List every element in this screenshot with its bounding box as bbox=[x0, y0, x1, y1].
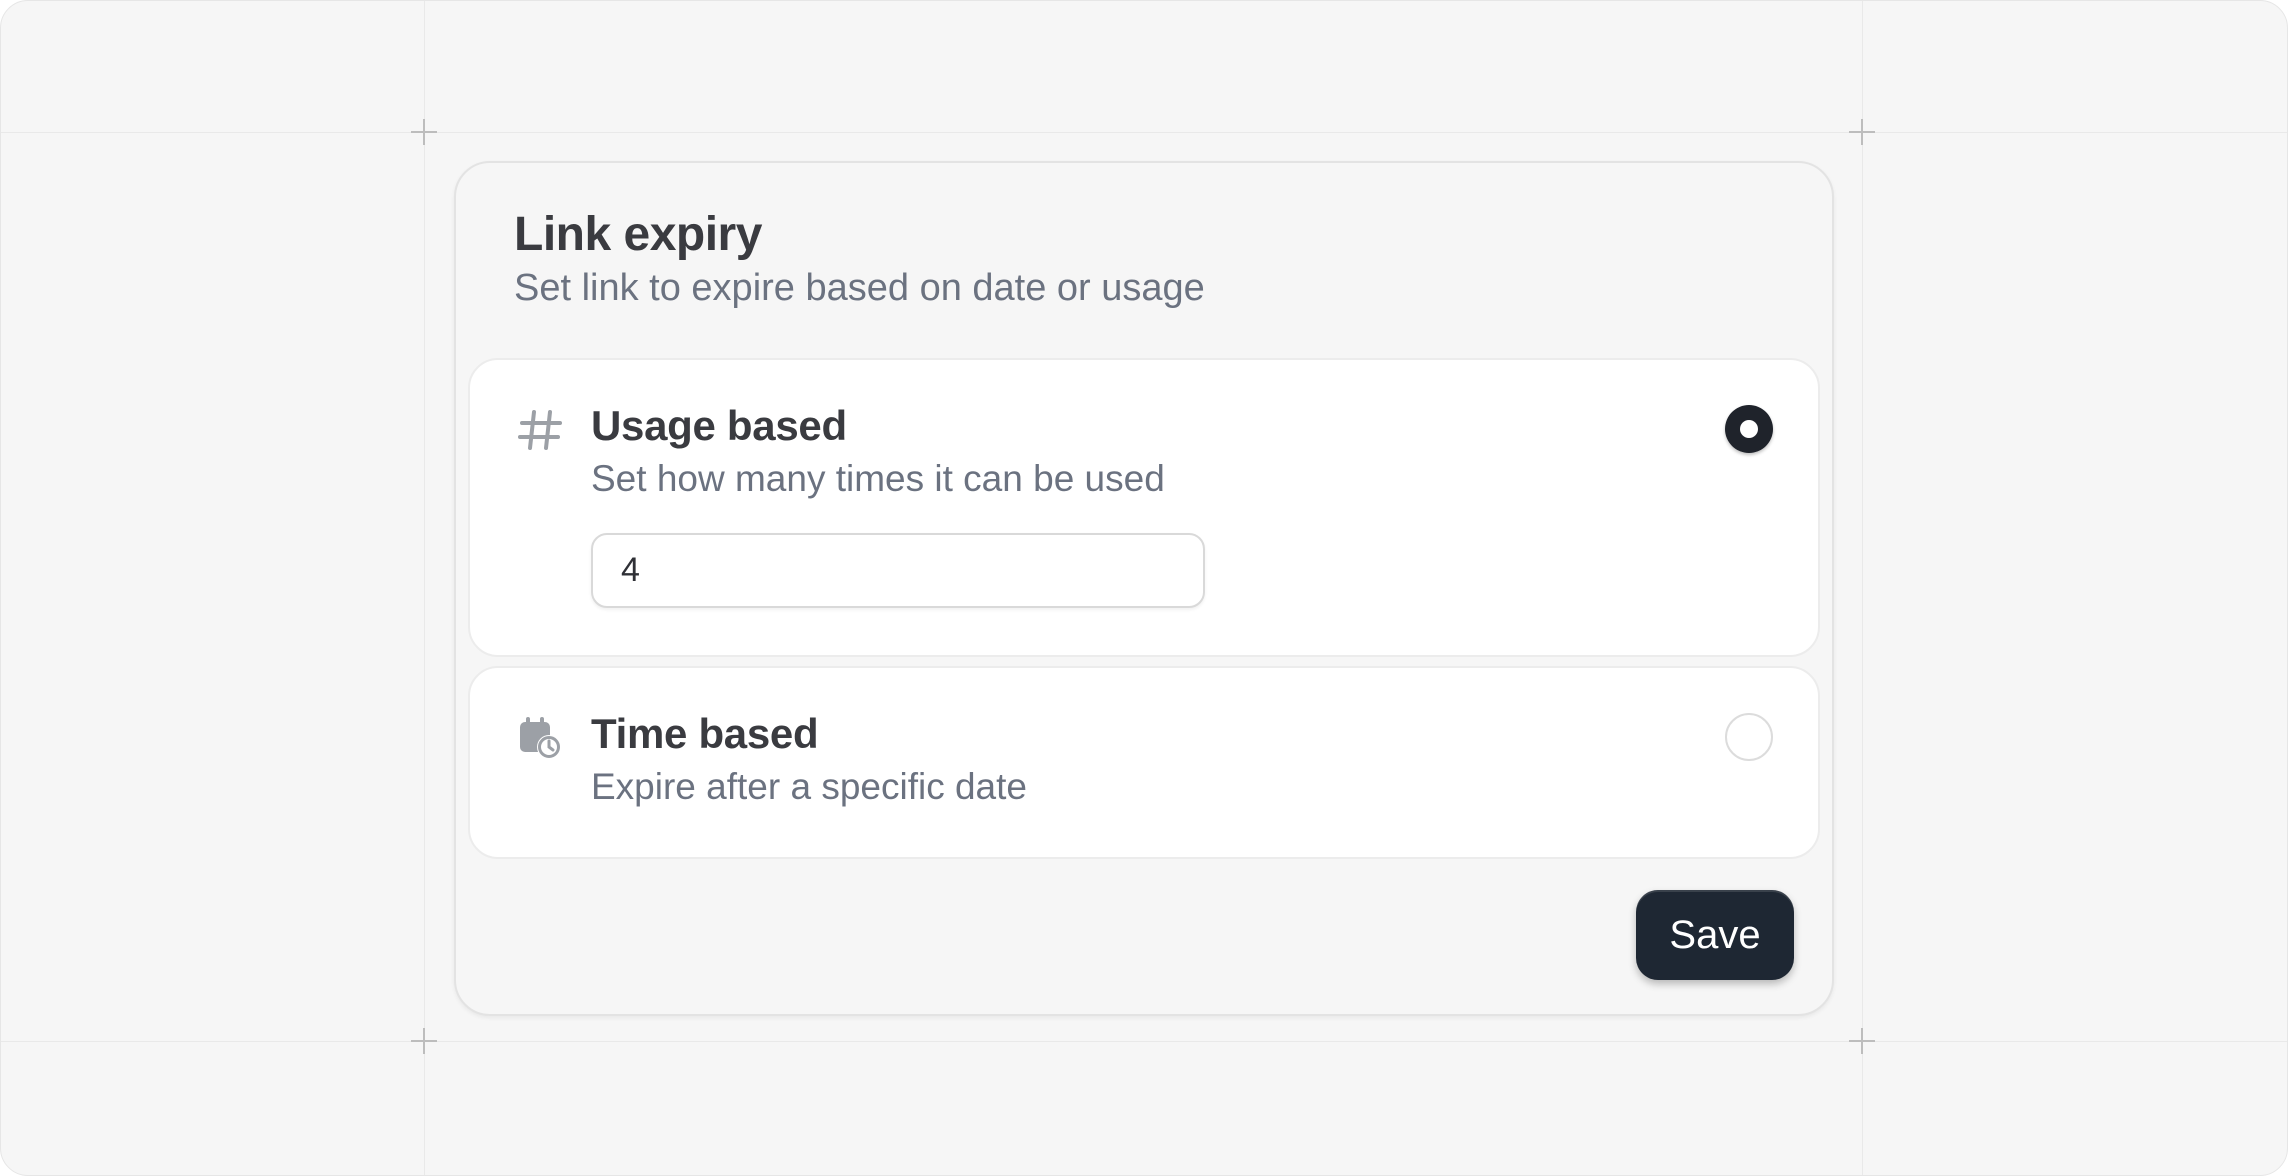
crosshair-icon bbox=[411, 1028, 437, 1054]
guide-line bbox=[1, 1041, 2287, 1042]
save-button[interactable]: Save bbox=[1636, 890, 1794, 980]
option-title: Time based bbox=[591, 710, 819, 757]
panel-subtitle: Set link to expire based on date or usag… bbox=[514, 267, 1205, 309]
crosshair-icon bbox=[1849, 1028, 1875, 1054]
option-description: Expire after a specific date bbox=[591, 766, 1027, 807]
guide-line bbox=[1862, 1, 1863, 1175]
option-time-based[interactable]: Time based Expire after a specific date bbox=[468, 666, 1820, 859]
radio-time-based[interactable] bbox=[1725, 713, 1773, 761]
link-expiry-panel: Link expiry Set link to expire based on … bbox=[454, 161, 1834, 1016]
crosshair-icon bbox=[1849, 119, 1875, 145]
guide-line bbox=[1, 132, 2287, 133]
panel-title: Link expiry bbox=[514, 208, 762, 261]
hash-icon bbox=[516, 406, 564, 454]
guide-line bbox=[424, 1, 425, 1175]
radio-usage-based[interactable] bbox=[1725, 405, 1773, 453]
canvas-frame: Link expiry Set link to expire based on … bbox=[0, 0, 2288, 1176]
option-description: Set how many times it can be used bbox=[591, 458, 1165, 499]
option-usage-based[interactable]: Usage based Set how many times it can be… bbox=[468, 358, 1820, 657]
calendar-clock-icon bbox=[516, 714, 564, 762]
crosshair-icon bbox=[411, 119, 437, 145]
option-title: Usage based bbox=[591, 402, 847, 449]
usage-count-input[interactable] bbox=[591, 533, 1205, 608]
